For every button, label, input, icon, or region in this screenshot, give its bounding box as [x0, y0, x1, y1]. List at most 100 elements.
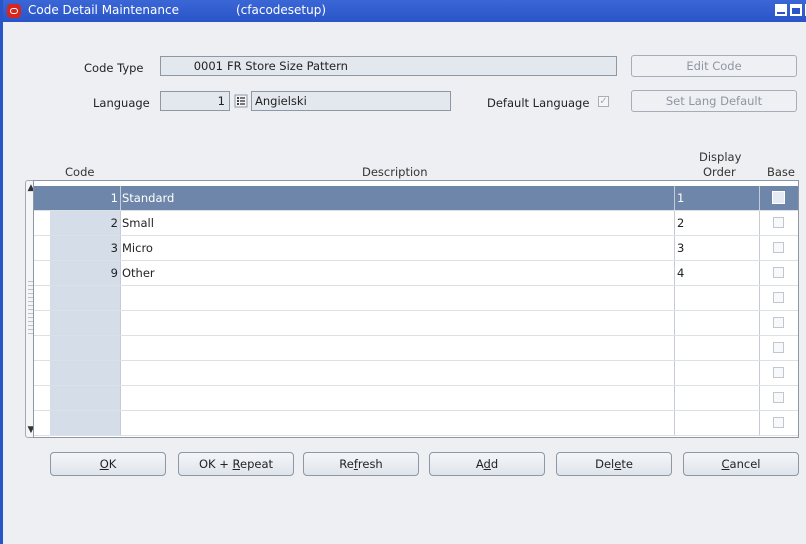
- list-of-values-icon[interactable]: [234, 94, 248, 108]
- base-checkbox[interactable]: [773, 342, 784, 353]
- description-cell[interactable]: [120, 361, 674, 385]
- title-bar: Code Detail Maintenance (cfacodesetup): [3, 0, 806, 22]
- table-row[interactable]: [34, 361, 798, 386]
- cancel-mnemonic: C: [721, 457, 730, 471]
- language-label: Language: [93, 96, 150, 110]
- edit-code-button[interactable]: Edit Code: [631, 55, 797, 77]
- description-cell[interactable]: [120, 336, 674, 360]
- code-cell[interactable]: 9: [50, 261, 120, 285]
- delete-button[interactable]: Delete: [556, 452, 672, 476]
- display-order-cell[interactable]: 2: [674, 211, 759, 235]
- code-type-description: FR Store Size Pattern: [227, 59, 348, 73]
- table-row[interactable]: [34, 336, 798, 361]
- code-cell[interactable]: [50, 336, 120, 360]
- table-row[interactable]: 9 Other 4: [34, 261, 798, 286]
- code-cell[interactable]: 3: [50, 236, 120, 260]
- display-order-cell[interactable]: [674, 386, 759, 410]
- default-language-label: Default Language: [487, 96, 590, 110]
- base-cell: [759, 361, 798, 385]
- description-cell[interactable]: Other: [120, 261, 674, 285]
- code-type-value: 0001: [193, 59, 223, 73]
- minimize-icon[interactable]: [775, 4, 787, 16]
- display-order-cell[interactable]: 1: [674, 186, 759, 210]
- language-code-field[interactable]: 1: [160, 91, 230, 111]
- base-cell: [759, 411, 798, 435]
- code-grid: 1 Standard 1 2 Small 2 3 Micro 3 9 Other…: [33, 180, 799, 438]
- description-cell[interactable]: [120, 286, 674, 310]
- table-row[interactable]: 3 Micro 3: [34, 236, 798, 261]
- language-name-value: Angielski: [255, 94, 307, 108]
- code-type-field[interactable]: 0001 FR Store Size Pattern: [160, 56, 617, 76]
- header-display-order-line2: Order: [703, 165, 736, 179]
- base-checkbox[interactable]: [773, 317, 784, 328]
- base-checkbox[interactable]: [773, 367, 784, 378]
- base-cell: [759, 261, 798, 285]
- display-order-cell[interactable]: 4: [674, 261, 759, 285]
- description-cell[interactable]: [120, 411, 674, 435]
- set-lang-default-button[interactable]: Set Lang Default: [631, 90, 797, 112]
- ok-label-rest: K: [108, 457, 117, 471]
- description-cell[interactable]: Micro: [120, 236, 674, 260]
- delete-label-pre: Del: [595, 457, 615, 471]
- description-cell[interactable]: Small: [120, 211, 674, 235]
- description-cell[interactable]: [120, 386, 674, 410]
- base-checkbox[interactable]: [773, 217, 784, 228]
- code-cell[interactable]: [50, 411, 120, 435]
- code-type-label: Code Type: [84, 61, 144, 75]
- cancel-button[interactable]: Cancel: [683, 452, 799, 476]
- main-window: Code Detail Maintenance (cfacodesetup) C…: [0, 0, 806, 544]
- code-cell[interactable]: [50, 311, 120, 335]
- display-order-cell[interactable]: [674, 286, 759, 310]
- base-cell: [759, 386, 798, 410]
- table-row[interactable]: 1 Standard 1: [34, 186, 798, 211]
- display-order-cell[interactable]: [674, 411, 759, 435]
- base-checkbox[interactable]: [773, 417, 784, 428]
- table-row[interactable]: [34, 386, 798, 411]
- language-name-field[interactable]: Angielski: [251, 91, 451, 111]
- display-order-cell[interactable]: [674, 311, 759, 335]
- code-cell[interactable]: [50, 286, 120, 310]
- display-order-cell[interactable]: [674, 361, 759, 385]
- add-button[interactable]: Add: [429, 452, 545, 476]
- display-order-cell[interactable]: [674, 336, 759, 360]
- header-base: Base: [767, 165, 796, 179]
- ok-repeat-label-rest: epeat: [240, 457, 274, 471]
- table-row[interactable]: [34, 286, 798, 311]
- table-row[interactable]: [34, 411, 798, 436]
- add-label-rest: d: [490, 457, 499, 471]
- table-row[interactable]: 2 Small 2: [34, 211, 798, 236]
- refresh-button[interactable]: Refresh: [303, 452, 419, 476]
- code-cell[interactable]: 2: [50, 211, 120, 235]
- refresh-label-rest: resh: [357, 457, 383, 471]
- base-cell: [759, 186, 798, 210]
- ok-button[interactable]: OK: [50, 452, 166, 476]
- add-label-pre: A: [475, 457, 484, 471]
- display-order-cell[interactable]: 3: [674, 236, 759, 260]
- table-row[interactable]: [34, 311, 798, 336]
- base-checkbox[interactable]: [772, 191, 785, 204]
- header-description: Description: [362, 165, 428, 179]
- code-cell[interactable]: [50, 361, 120, 385]
- base-checkbox[interactable]: [773, 267, 784, 278]
- base-checkbox[interactable]: [773, 392, 784, 403]
- code-cell[interactable]: 1: [50, 186, 120, 210]
- header-code: Code: [65, 165, 95, 179]
- ok-repeat-button[interactable]: OK + Repeat: [178, 452, 294, 476]
- base-cell: [759, 311, 798, 335]
- add-mnemonic: d: [483, 457, 491, 471]
- window-title: Code Detail Maintenance: [28, 3, 179, 17]
- code-cell[interactable]: [50, 386, 120, 410]
- description-cell[interactable]: [120, 311, 674, 335]
- default-language-checkbox[interactable]: ✓: [598, 96, 609, 107]
- delete-label-rest: te: [621, 457, 633, 471]
- window-subtitle: (cfacodesetup): [236, 3, 327, 17]
- base-cell: [759, 236, 798, 260]
- base-checkbox[interactable]: [773, 292, 784, 303]
- ok-repeat-label-pre: OK +: [198, 457, 233, 471]
- description-cell[interactable]: Standard: [120, 186, 674, 210]
- refresh-label-pre: Re: [339, 457, 354, 471]
- ok-repeat-mnemonic: R: [232, 457, 240, 471]
- base-checkbox[interactable]: [773, 242, 784, 253]
- maximize-icon[interactable]: [790, 4, 802, 16]
- base-cell: [759, 286, 798, 310]
